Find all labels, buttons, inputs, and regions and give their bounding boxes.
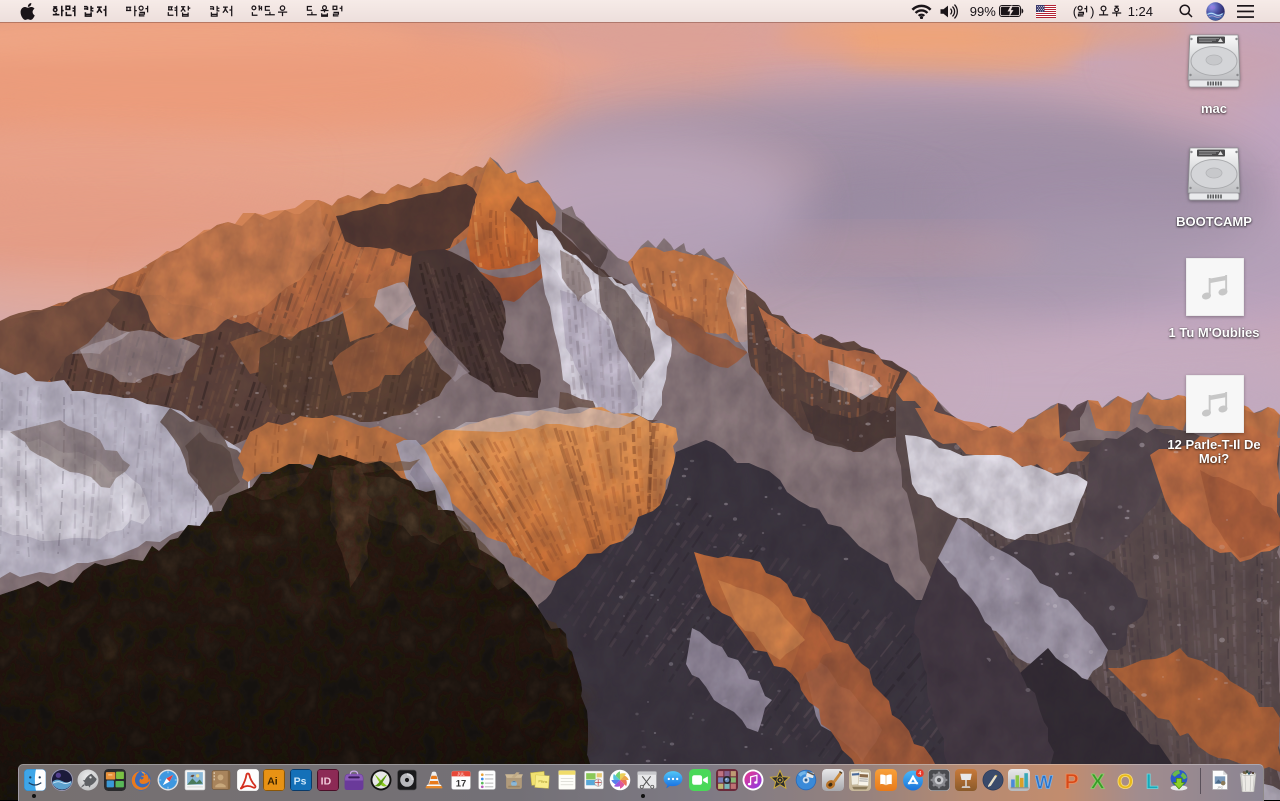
svg-text:Ai: Ai	[267, 777, 278, 788]
svg-text:Plans: Plans	[538, 779, 547, 784]
svg-text:O: O	[1117, 770, 1133, 791]
svg-text:17: 17	[456, 777, 466, 788]
svg-text:JPG: JPG	[1217, 785, 1223, 789]
svg-text:ID: ID	[321, 777, 332, 788]
svg-text:P: P	[1065, 770, 1079, 791]
svg-text:L: L	[1146, 770, 1159, 791]
svg-text:JUL: JUL	[457, 771, 465, 776]
svg-text:Ps: Ps	[294, 777, 307, 788]
svg-text:X: X	[1091, 770, 1105, 791]
svg-text:W: W	[1035, 771, 1053, 791]
svg-text:4: 4	[918, 771, 921, 777]
